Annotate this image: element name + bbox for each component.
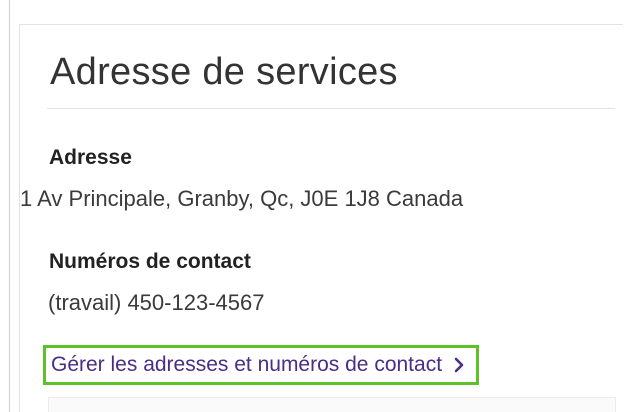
frame-left-edge [9, 0, 10, 412]
page: Adresse de services Adresse 1 Av Princip… [0, 0, 626, 412]
contact-numbers-label: Numéros de contact [49, 250, 251, 273]
card-title: Adresse de services [50, 51, 398, 93]
frame-top [0, 0, 626, 10]
next-section-edge [48, 397, 616, 412]
contact-number-value: (travail) 450-123-4567 [48, 290, 265, 315]
address-value: 1 Av Principale, Granby, Qc, J0E 1J8 Can… [20, 186, 464, 211]
address-label: Adresse [49, 146, 132, 169]
manage-addresses-link-label: Gérer les adresses et numéros de contact [51, 353, 443, 376]
title-divider [47, 108, 615, 109]
manage-addresses-link[interactable]: Gérer les adresses et numéros de contact [43, 345, 480, 385]
chevron-right-icon [452, 356, 466, 374]
service-address-card: Adresse de services Adresse 1 Av Princip… [19, 24, 623, 412]
